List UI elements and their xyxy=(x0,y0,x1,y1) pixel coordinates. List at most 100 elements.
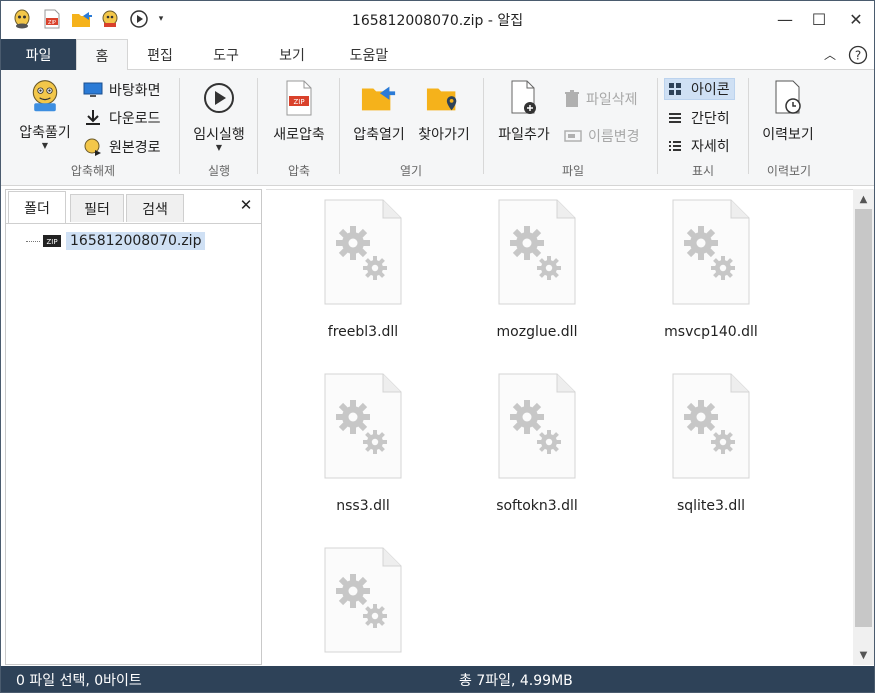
new-zip-button[interactable]: ZIP 새로압축 xyxy=(265,80,333,144)
ribbon-separator xyxy=(339,78,340,174)
selection-status: 0 파일 선택, 0바이트 xyxy=(16,673,142,689)
panel-tab-search[interactable]: 검색 xyxy=(126,194,184,222)
tree-connector xyxy=(26,240,40,242)
view-simple-button[interactable]: 간단히 xyxy=(665,107,730,129)
scroll-down-icon[interactable]: ▼ xyxy=(853,645,874,665)
file-name: sqlite3.dll xyxy=(676,498,746,514)
file-name: msvcp140.dll xyxy=(664,324,758,340)
dll-file-icon xyxy=(497,372,577,484)
left-panel: 폴더 필터 검색 ✕ ZIP 165812008070.zip xyxy=(5,189,262,665)
open-zip-button[interactable]: 압축열기 xyxy=(346,80,412,144)
dropdown-arrow-icon: ▼ xyxy=(41,141,49,150)
history-group-label: 이력보기 xyxy=(766,164,812,178)
customize-quick-access-icon[interactable]: ▾ xyxy=(154,8,168,30)
file-group-label: 파일 xyxy=(561,164,585,178)
temp-run-button[interactable]: 임시실행 ▼ xyxy=(187,80,251,152)
tree-root-label: 165812008070.zip xyxy=(66,232,206,250)
file-list-view: freebl3.dll mozglue.dll msvcp140.dll nss3.d… xyxy=(266,189,853,665)
find-location-button[interactable]: 찾아가기 xyxy=(413,80,475,144)
extract-original-path-label: 원본경로 xyxy=(109,140,161,156)
close-button[interactable]: ✕ xyxy=(838,1,874,37)
ribbon-separator xyxy=(179,78,180,174)
delete-file-button[interactable]: 파일삭제 xyxy=(564,88,638,110)
open-folder-quick-icon[interactable] xyxy=(71,8,93,30)
ribbon-separator xyxy=(657,78,658,174)
tab-edit[interactable]: 편집 xyxy=(134,39,186,70)
unzip-quick-icon[interactable] xyxy=(99,8,121,30)
panel-close-icon[interactable]: ✕ xyxy=(235,194,257,216)
trash-icon xyxy=(565,90,579,107)
zip-archive-icon: ZIP xyxy=(43,235,61,247)
scroll-thumb[interactable] xyxy=(855,209,872,627)
extract-desktop-button[interactable]: 바탕화면 xyxy=(83,79,161,101)
delete-file-label: 파일삭제 xyxy=(586,92,638,108)
tab-help[interactable]: 도움말 xyxy=(338,39,400,70)
collapse-ribbon-icon[interactable]: ︿ xyxy=(819,39,841,70)
maximize-button[interactable]: ☐ xyxy=(801,1,837,37)
play-icon xyxy=(201,80,237,116)
desktop-icon xyxy=(83,82,103,97)
svg-text:ZIP: ZIP xyxy=(293,98,304,106)
history-icon xyxy=(770,80,806,116)
vertical-scrollbar[interactable]: ▲ ▼ xyxy=(853,189,874,665)
tab-home[interactable]: 홈 xyxy=(76,39,128,71)
temp-run-label: 임시실행 xyxy=(193,127,245,143)
dll-file-icon xyxy=(671,372,751,484)
ribbon-separator xyxy=(257,78,258,174)
panel-tab-folder[interactable]: 폴더 xyxy=(8,191,66,223)
extract-download-label: 다운로드 xyxy=(109,111,161,127)
file-name: nss3.dll xyxy=(336,498,390,514)
grid-icon xyxy=(665,83,685,95)
add-file-label: 파일추가 xyxy=(498,127,550,143)
ribbon-separator xyxy=(483,78,484,174)
add-file-button[interactable]: 파일추가 xyxy=(491,80,557,144)
zip-file-icon: ZIP xyxy=(281,80,317,116)
tree-root-item[interactable]: ZIP 165812008070.zip xyxy=(26,232,206,250)
total-status: 총 7파일, 4.99MB xyxy=(459,673,573,689)
svg-text:ZIP: ZIP xyxy=(48,20,56,26)
view-group-label: 표시 xyxy=(691,164,715,178)
tab-tools[interactable]: 도구 xyxy=(200,39,252,70)
open-group-label: 열기 xyxy=(399,164,423,178)
svg-text:ZIP: ZIP xyxy=(46,238,57,246)
add-file-icon xyxy=(506,80,542,116)
history-button[interactable]: 이력보기 xyxy=(755,80,821,144)
file-item[interactable]: nss3.dll xyxy=(288,372,438,514)
rename-label: 이름변경 xyxy=(588,129,640,145)
alzip-logo-icon[interactable] xyxy=(11,8,33,30)
tab-file[interactable]: 파일 xyxy=(1,39,76,70)
file-name: mozglue.dll xyxy=(496,324,578,340)
view-icon-button[interactable]: 아이콘 xyxy=(664,78,735,100)
ribbon-tabs: 파일 홈 편집 도구 보기 도움말 ︿ ? xyxy=(1,39,874,71)
folder-location-icon xyxy=(426,80,462,116)
rename-button[interactable]: 이름변경 xyxy=(564,125,640,147)
new-zip-quick-icon[interactable]: ZIP xyxy=(41,8,63,30)
history-label: 이력보기 xyxy=(762,127,814,143)
file-item[interactable]: sqlite3.dll xyxy=(636,372,786,514)
view-detail-button[interactable]: 자세히 xyxy=(665,135,730,157)
file-item[interactable]: mozglue.dll xyxy=(462,198,612,340)
dll-file-icon xyxy=(497,198,577,310)
dll-file-icon xyxy=(323,372,403,484)
find-location-label: 찾아가기 xyxy=(418,127,470,143)
file-item[interactable]: freebl3.dll xyxy=(288,198,438,340)
new-zip-label: 새로압축 xyxy=(273,127,325,143)
unzip-button[interactable]: 압축풀기 ▼ xyxy=(13,78,77,150)
minimize-button[interactable]: — xyxy=(767,1,803,37)
unzip-icon xyxy=(27,78,63,114)
extract-download-button[interactable]: 다운로드 xyxy=(83,107,161,129)
scroll-up-icon[interactable]: ▲ xyxy=(853,189,874,209)
panel-tab-filter[interactable]: 필터 xyxy=(70,194,124,222)
extract-desktop-label: 바탕화면 xyxy=(109,83,161,99)
file-item[interactable] xyxy=(288,546,438,672)
file-item[interactable]: softokn3.dll xyxy=(462,372,612,514)
tab-view[interactable]: 보기 xyxy=(266,39,318,70)
help-icon[interactable]: ? xyxy=(847,39,869,70)
ribbon: 압축풀기 ▼ 바탕화면 다운로드 원본경로 압축해제 임시실행 ▼ 실행 ZIP… xyxy=(1,70,874,186)
file-item[interactable]: msvcp140.dll xyxy=(636,198,786,340)
extract-original-path-button[interactable]: 원본경로 xyxy=(83,136,161,158)
unzip-label: 압축풀기 xyxy=(19,125,71,141)
original-path-icon xyxy=(84,138,101,156)
open-zip-label: 압축열기 xyxy=(353,127,405,143)
run-quick-icon[interactable] xyxy=(128,8,150,30)
